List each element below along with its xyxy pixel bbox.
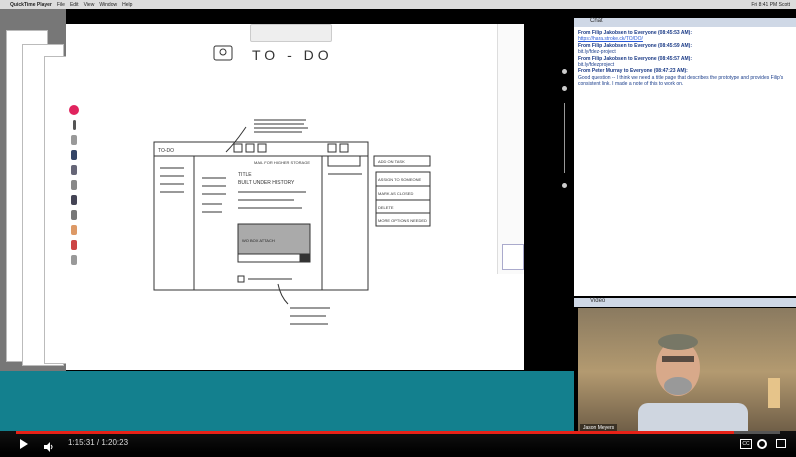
time-display: 1:15:31 / 1:20:23: [68, 438, 129, 447]
zoom-in-icon[interactable]: [562, 69, 567, 74]
chat-messages: From Filip Jakobsen to Everyone (08:45:5…: [578, 30, 792, 88]
video-title-bar: Video: [574, 298, 796, 307]
menu-item-file[interactable]: File: [57, 2, 65, 8]
menu-bar-status: Fri 8:41 PM Scott: [751, 1, 790, 8]
menu-bar: QuickTime Player File Edit View Window H…: [0, 0, 796, 9]
sketch-wireframe: TO - DO TO-DO MAIL FOR HIGHER STORAGE TI…: [153, 45, 431, 325]
desktop-background: [0, 371, 574, 431]
captions-icon[interactable]: CC: [740, 439, 752, 449]
video-title: Video: [590, 298, 606, 304]
menu-item-edit[interactable]: Edit: [70, 2, 79, 8]
chat-title: Chat: [590, 18, 603, 24]
presenter-figure: [638, 334, 780, 436]
menu-item-window[interactable]: Window: [99, 2, 117, 8]
volume-icon[interactable]: [44, 439, 54, 452]
sketch-heading: TITLE: [238, 172, 252, 178]
sketch-popup-item: MORE OPTIONS NEEDED: [378, 218, 427, 223]
menu-item-view[interactable]: View: [84, 2, 95, 8]
sketch-popup-header: ADD ON TASK: [378, 159, 405, 164]
play-icon[interactable]: [20, 439, 28, 449]
sketch-tab-label: MAIL FOR HIGHER STORAGE: [254, 160, 310, 165]
sketch-app-label: TO-DO: [158, 148, 174, 154]
pan-icon[interactable]: [562, 86, 567, 91]
sketch-popup-item: DELETE: [378, 205, 394, 210]
sketch-popup-item: ASSIGN TO SOMEONE: [378, 177, 422, 182]
settings-icon[interactable]: [757, 439, 767, 449]
zoom-out-icon[interactable]: [562, 183, 567, 188]
whiteboard-title: TO - DO: [252, 47, 333, 63]
fullscreen-icon[interactable]: [776, 439, 786, 448]
sketch-popup-item: MARK AS CLOSED: [378, 191, 413, 196]
todo-sketch-icon: [213, 45, 233, 61]
sketch-subheading: BUILT UNDER HISTORY: [238, 180, 295, 186]
chat-message-text: Good question -- I think we need a title…: [578, 74, 784, 88]
zoom-controls[interactable]: [562, 69, 567, 229]
sketch-attachment-label: WO BOX ATTACH: [242, 238, 275, 243]
zoom-slider[interactable]: [564, 103, 565, 173]
menu-item-help[interactable]: Help: [122, 2, 132, 8]
webcam-video: Jason Meyers: [578, 308, 796, 436]
viewer-sidebar: [524, 9, 574, 371]
progress-bar-fill: [16, 431, 735, 434]
chat-title-bar: Chat: [574, 18, 796, 27]
menu-item-app[interactable]: QuickTime Player: [10, 2, 52, 8]
